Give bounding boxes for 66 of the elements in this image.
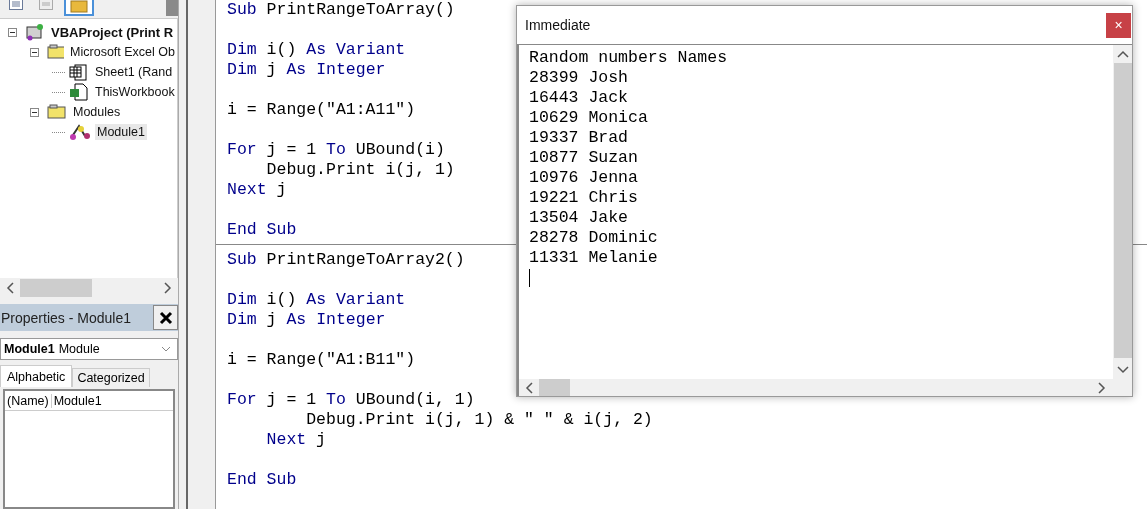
object-dropdown[interactable]: Module1 Module xyxy=(0,338,178,360)
tree-item[interactable]: ThisWorkbook xyxy=(93,84,177,100)
close-button[interactable] xyxy=(153,305,178,330)
code-line: Dim i() As Variant xyxy=(227,40,406,60)
folder-icon xyxy=(70,0,88,13)
close-icon xyxy=(158,310,173,325)
code-line: i = Range("A1:B11") xyxy=(227,350,416,370)
workbook-icon xyxy=(69,83,89,101)
close-button[interactable]: × xyxy=(1106,12,1131,38)
code-line: Debug.Print i(j, 1) xyxy=(265,160,455,180)
panel-title: Properties - Module1 xyxy=(0,309,131,326)
code-line: Dim i() As Variant xyxy=(227,290,406,310)
output-line: 19337 Brad xyxy=(529,128,630,148)
chevron-down-icon xyxy=(161,346,171,352)
code-line: Dim j As Integer xyxy=(227,60,386,80)
text-cursor xyxy=(529,269,530,287)
output-line: 13504 Jake xyxy=(529,208,630,228)
folder-icon xyxy=(47,44,65,60)
output-line: 19221 Chris xyxy=(529,188,639,208)
toolbar-button[interactable] xyxy=(64,0,94,16)
scroll-up-icon[interactable] xyxy=(1116,50,1129,58)
sheet-icon xyxy=(69,63,89,81)
output-line: 10629 Monica xyxy=(529,108,649,128)
scrollbar-thumb[interactable] xyxy=(1113,63,1132,358)
code-line: End Sub xyxy=(227,220,297,240)
scroll-down-icon[interactable] xyxy=(1116,366,1129,374)
output-line: 11331 Melanie xyxy=(529,248,659,268)
collapse-toggle[interactable] xyxy=(30,47,39,57)
window-title: Immediate xyxy=(524,17,591,33)
tree-item[interactable]: Modules xyxy=(71,104,123,120)
tree-item[interactable]: Microsoft Excel Ob xyxy=(68,44,177,60)
code-line: Debug.Print i(j, 1) & " " & i(j, 2) xyxy=(305,410,653,430)
tab[interactable]: Alphabetic xyxy=(0,365,73,387)
code-line: Dim j As Integer xyxy=(227,310,386,330)
folder-icon xyxy=(47,104,67,120)
code-line: For j = 1 To UBound(i) xyxy=(227,140,445,160)
code-line: Sub PrintRangeToArray() xyxy=(227,0,455,20)
scrollbar-thumb[interactable] xyxy=(20,279,92,297)
scroll-right-icon[interactable] xyxy=(1098,381,1106,394)
code-line: Next j xyxy=(265,430,326,450)
scroll-left-icon[interactable] xyxy=(525,381,533,394)
project-icon xyxy=(25,23,45,41)
code-line: i = Range("A1:A11") xyxy=(227,100,416,120)
tree-item[interactable]: Module1 xyxy=(95,124,147,140)
scroll-left-icon[interactable] xyxy=(6,282,14,294)
output-line: 28278 Dominic xyxy=(529,228,659,248)
list-icon xyxy=(9,0,23,10)
scroll-right-icon[interactable] xyxy=(164,282,172,294)
code-line: Next j xyxy=(227,180,287,200)
tree-item[interactable]: VBAProject (Print R xyxy=(49,23,176,41)
module-icon xyxy=(69,123,91,141)
property-name: (Name) xyxy=(5,393,52,408)
collapse-toggle[interactable] xyxy=(30,107,39,117)
property-value[interactable]: Module1 xyxy=(51,393,102,408)
output-line: 16443 Jack xyxy=(529,88,630,108)
collapse-toggle[interactable] xyxy=(8,27,17,37)
code-line: End Sub xyxy=(227,470,297,490)
scrollbar-thumb[interactable] xyxy=(539,379,570,396)
output-line: 10877 Suzan xyxy=(529,148,639,168)
code-line: Sub PrintRangeToArray2() xyxy=(227,250,465,270)
output-line: 28399 Josh xyxy=(529,68,630,88)
output-line: 10976 Jenna xyxy=(529,168,639,188)
output-line: Random numbers Names xyxy=(529,48,729,68)
code-line: For j = 1 To UBound(i, 1) xyxy=(227,390,475,410)
tree-item[interactable]: Sheet1 (Rand xyxy=(93,64,175,80)
tab[interactable]: Categorized xyxy=(72,368,150,387)
